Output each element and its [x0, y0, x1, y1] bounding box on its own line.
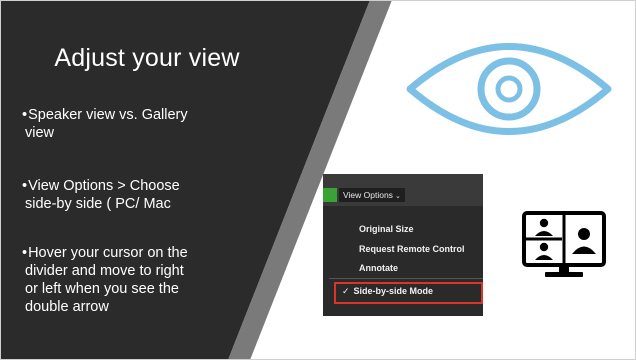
bullet-view-options: •View Options > Choose side-by side ( PC… [22, 178, 180, 212]
share-indicator [323, 188, 337, 202]
menu-item-request-remote-control[interactable]: Request Remote Control [359, 244, 465, 254]
menu-item-annotate[interactable]: Annotate [359, 263, 398, 273]
chevron-down-icon: ⌄ [394, 193, 401, 200]
view-options-menu-screenshot: View Options ⌄ Original Size Request Remo… [323, 174, 483, 316]
menu-divider [329, 278, 483, 279]
slide-title: Adjust your view [54, 44, 240, 72]
menu-item-side-by-side-mode[interactable]: ✓ Side-by-side Mode [342, 286, 433, 297]
presentation-slide: Adjust your view •Speaker view vs. Galle… [0, 0, 636, 360]
eye-icon [406, 43, 612, 135]
menu-item-original-size[interactable]: Original Size [359, 224, 414, 234]
bullet-hover-divider: •Hover your cursor on the divider and mo… [22, 245, 188, 315]
check-icon: ✓ [342, 286, 350, 296]
bullet-speaker-view: •Speaker view vs. Gallery view [22, 107, 188, 141]
gallery-view-icon [522, 211, 606, 277]
view-options-button[interactable]: View Options ⌄ [339, 188, 405, 202]
